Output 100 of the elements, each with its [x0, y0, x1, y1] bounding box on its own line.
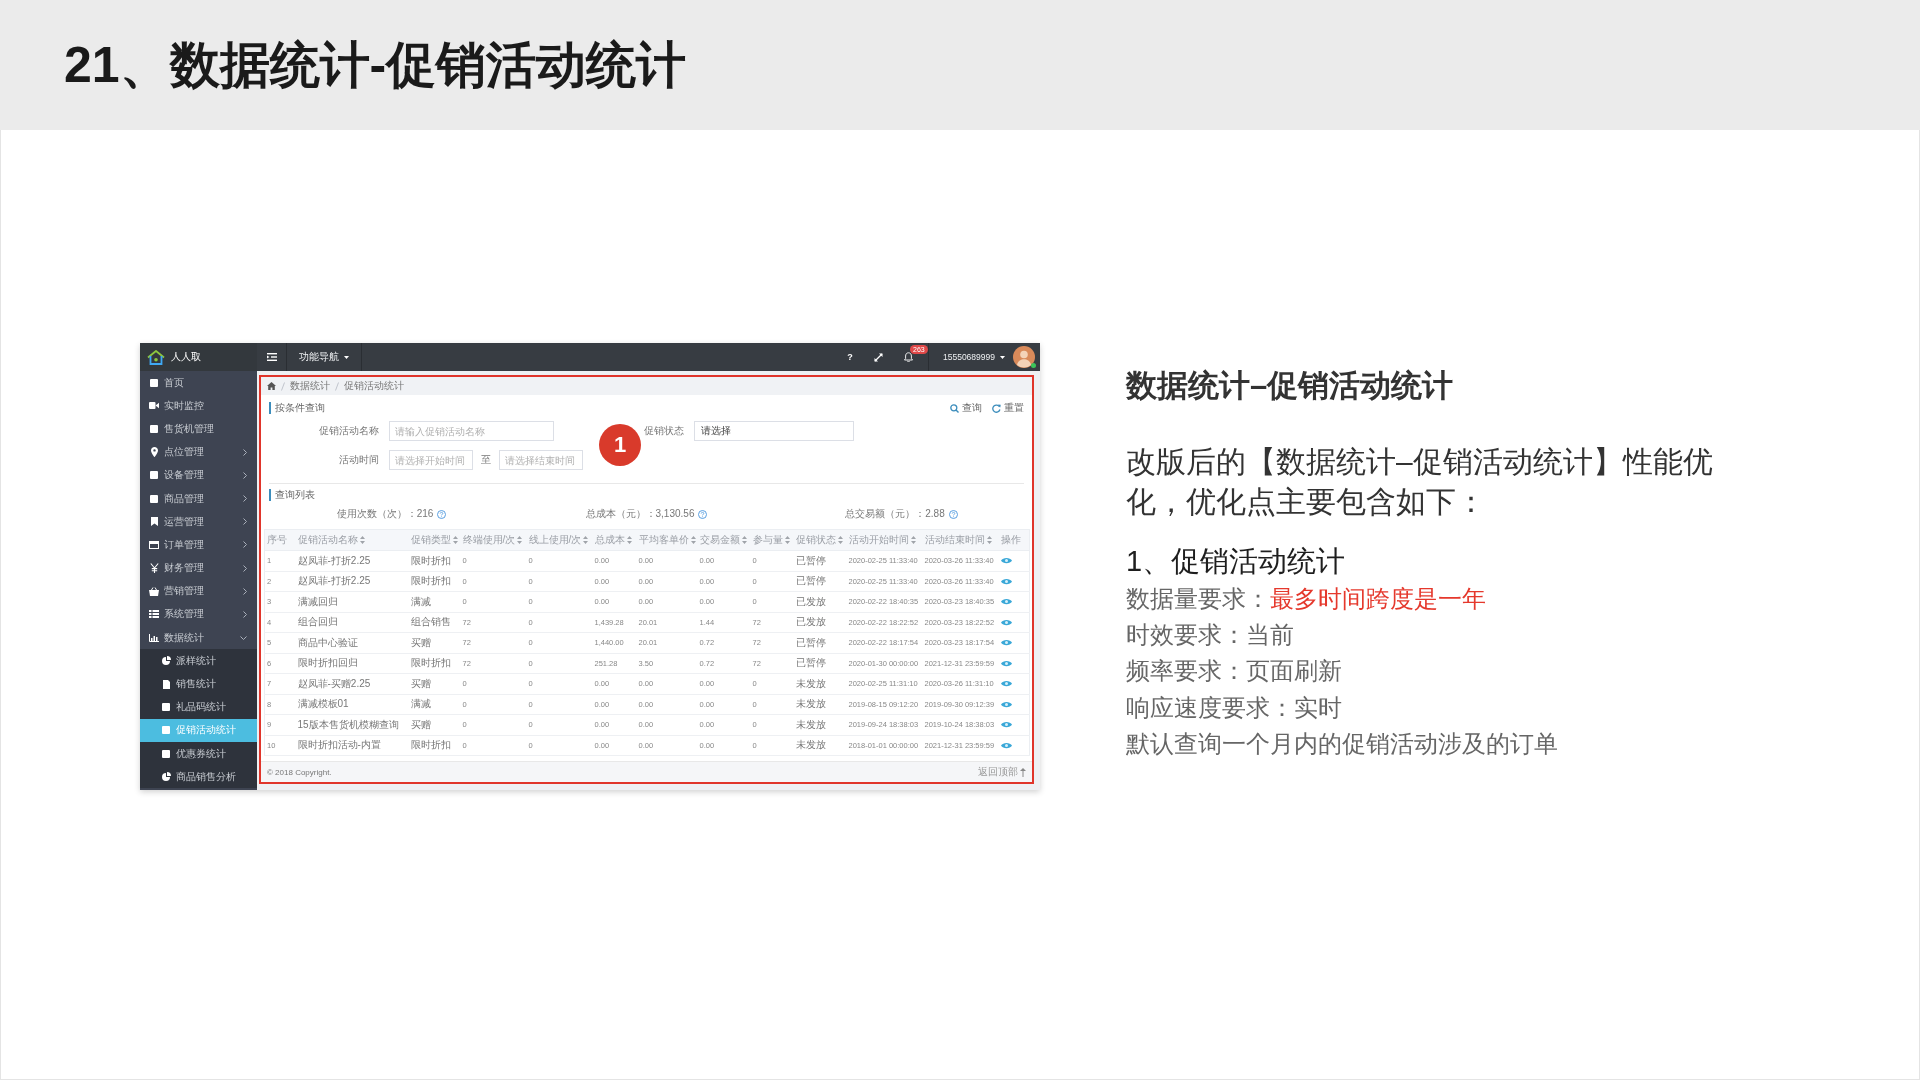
table-cell: 已暂停 [793, 550, 847, 571]
summary-stat: 总成本（元）：3,130.56 [585, 507, 695, 521]
requirement-text: 时效要求：当前 [1126, 621, 1295, 651]
map-pin-icon [150, 447, 158, 458]
sidebar-subitem[interactable]: 礼品码统计 [140, 695, 257, 719]
sort-icon [784, 536, 790, 544]
table-cell: 限时折扣活动-内置 [295, 735, 409, 756]
summary-stat: 总交易额（元）：2.88 [845, 507, 945, 521]
table-cell: 满减模板01 [295, 694, 409, 715]
table-cell: 赵凤菲-打折2.25 [295, 550, 409, 571]
sort-icon [359, 536, 365, 544]
table-cell: 限时折扣 [408, 653, 461, 674]
square-icon [162, 726, 170, 735]
eye-icon[interactable] [1000, 700, 1012, 708]
sidebar-subitem[interactable]: 优惠券统计 [140, 742, 257, 766]
column-header: 序号 [264, 529, 296, 551]
table-cell: 未发放 [793, 735, 847, 756]
eye-icon[interactable] [1000, 598, 1012, 606]
reset-button[interactable]: 重置 [992, 401, 1024, 415]
summary-stat: 使用次数（次）：216 [336, 507, 434, 521]
notes-remark: 默认查询一个月内的促销活动涉及的订单 [1126, 729, 1559, 759]
square-icon [150, 378, 158, 387]
table-cell: 赵凤菲-买赠2.25 [295, 673, 409, 694]
table-cell: 限时折扣 [408, 735, 461, 756]
table-cell: 组合回归 [295, 612, 409, 633]
table-cell: 已发放 [793, 612, 847, 633]
notes-heading: 数据统计–促销活动统计 [1126, 367, 1455, 405]
sidebar-subitem[interactable]: 商品销售分析 [140, 765, 257, 789]
requirement-text: 响应速度要求：实时 [1126, 693, 1343, 723]
pie-chart-icon [161, 656, 171, 666]
sidebar-item[interactable]: 数据统计 [140, 626, 257, 650]
end-date-input[interactable]: 请选择结束时间 [499, 450, 583, 470]
eye-icon[interactable] [1000, 680, 1012, 688]
range-separator: 至 [481, 453, 491, 467]
slash-icon [335, 381, 339, 391]
eye-icon[interactable] [1000, 618, 1012, 626]
sidebar-item[interactable]: 运营管理 [140, 510, 257, 534]
step-number-badge: 1 [599, 424, 641, 466]
table-cell: 限时折扣 [408, 571, 461, 592]
bookmark-icon [150, 517, 158, 527]
table-cell: 已发放 [793, 591, 847, 612]
square-icon [150, 424, 158, 433]
sidebar-item[interactable]: 系统管理 [140, 602, 257, 627]
search-button[interactable]: 查询 [950, 401, 982, 415]
start-date-input[interactable]: 请选择开始时间 [389, 450, 473, 470]
sidebar-item[interactable]: 首页 [140, 371, 257, 395]
sidebar-item[interactable]: 售货机管理 [140, 417, 257, 441]
help-icon[interactable] [948, 509, 958, 519]
table-cell: 组合销售 [408, 612, 461, 633]
search-icon [950, 403, 959, 413]
sidebar-item[interactable]: 点位管理 [140, 440, 257, 464]
eye-icon[interactable] [1000, 721, 1012, 729]
sort-icon [583, 536, 589, 544]
table-cell: 满减 [408, 591, 461, 612]
help-icon[interactable] [698, 509, 708, 519]
sidebar-subitem[interactable]: 销售统计 [140, 672, 257, 696]
sidebar-item[interactable]: 设备管理 [140, 463, 257, 487]
field-label: 促销状态 [644, 424, 684, 438]
table-cell: 买赠 [408, 632, 461, 653]
home-icon[interactable] [267, 382, 276, 390]
table-cell: 限时折扣 [408, 550, 461, 571]
eye-icon[interactable] [1000, 577, 1012, 585]
section-heading: 1、促销活动统计 [1126, 544, 1347, 579]
table-cell: 满减回归 [295, 591, 409, 612]
table-cell: 未发放 [793, 694, 847, 715]
table-cell: 已暂停 [793, 653, 847, 674]
caret-icon [344, 355, 349, 359]
sidebar-item[interactable]: 商品管理 [140, 486, 257, 511]
help-icon[interactable] [437, 509, 447, 519]
eye-icon[interactable] [1000, 741, 1012, 749]
sort-icon [741, 536, 747, 544]
help-button[interactable]: ? [836, 343, 864, 371]
list-icon [149, 610, 159, 619]
eye-icon[interactable] [1000, 639, 1012, 647]
name-input[interactable]: 请输入促销活动名称 [389, 421, 554, 441]
table-cell: 商品中心验证 [295, 632, 409, 653]
sidebar-subitem[interactable]: 派样统计 [140, 649, 257, 673]
sort-icon [986, 536, 992, 544]
sidebar-item[interactable]: 实时监控 [140, 394, 257, 418]
breadcrumb-link[interactable]: 数据统计 [290, 379, 330, 393]
table-cell: 买赠 [408, 673, 461, 694]
eye-icon[interactable] [1000, 557, 1012, 565]
expand-icon [874, 352, 884, 362]
requirement-text: 数据量要求：最多时间跨度是一年 [1126, 585, 1487, 614]
sidebar-item[interactable]: 营销管理 [140, 579, 257, 603]
sidebar-item[interactable]: 订单管理 [140, 533, 257, 557]
sidebar-item[interactable]: 财务管理 [140, 556, 257, 580]
status-select[interactable]: 请选择 [694, 421, 854, 441]
sort-icon [910, 536, 916, 544]
sort-icon [626, 536, 632, 544]
nav-menu-button[interactable]: 功能导航 [287, 343, 362, 371]
square-icon [162, 703, 170, 712]
table-cell: 买赠 [408, 714, 461, 735]
field-label: 活动时间 [338, 453, 380, 467]
yen-icon [149, 563, 159, 574]
slash-icon [281, 381, 285, 391]
avatar-icon[interactable] [1013, 346, 1035, 368]
eye-icon[interactable] [1000, 659, 1012, 667]
section-title: 按条件查询 [269, 402, 325, 414]
caret-icon [1000, 355, 1005, 359]
